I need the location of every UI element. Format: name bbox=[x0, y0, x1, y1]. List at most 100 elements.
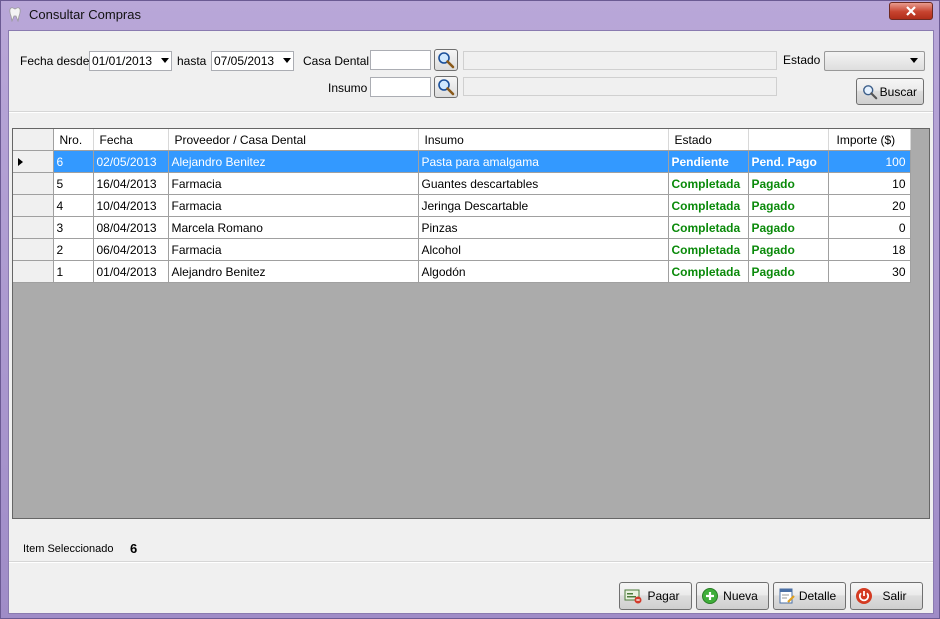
insumo-search-button[interactable] bbox=[434, 76, 458, 98]
table-row[interactable]: 1 01/04/2013 Alejandro Benitez Algodón C… bbox=[13, 260, 911, 283]
close-icon bbox=[906, 6, 916, 16]
insumo-input[interactable] bbox=[370, 77, 431, 97]
table-row[interactable]: 2 06/04/2013 Farmacia Alcohol Completada… bbox=[13, 238, 911, 261]
search-icon bbox=[438, 79, 455, 96]
pagar-button[interactable]: Pagar bbox=[619, 582, 692, 610]
column-header-insumo[interactable]: Insumo bbox=[418, 129, 669, 151]
cell-pago[interactable]: Pagado bbox=[748, 260, 829, 283]
header-row: Nro. Fecha Proveedor / Casa Dental Insum… bbox=[13, 129, 911, 151]
cell-proveedor[interactable]: Alejandro Benitez bbox=[168, 260, 419, 283]
table-row[interactable]: 5 16/04/2013 Farmacia Guantes descartabl… bbox=[13, 172, 911, 195]
cell-fecha[interactable]: 10/04/2013 bbox=[93, 194, 169, 217]
cell-nro[interactable]: 1 bbox=[53, 260, 94, 283]
cell-estado[interactable]: Completada bbox=[668, 260, 749, 283]
search-icon bbox=[861, 83, 879, 101]
casa-dental-display bbox=[463, 51, 777, 70]
cell-insumo[interactable]: Jeringa Descartable bbox=[418, 194, 669, 217]
row-header-corner bbox=[13, 129, 54, 151]
add-icon bbox=[701, 587, 719, 605]
cell-insumo[interactable]: Algodón bbox=[418, 260, 669, 283]
nueva-label: Nueva bbox=[723, 589, 758, 603]
cell-pago[interactable]: Pagado bbox=[748, 172, 829, 195]
row-header[interactable] bbox=[13, 172, 54, 195]
column-header-proveedor[interactable]: Proveedor / Casa Dental bbox=[168, 129, 419, 151]
cell-pago[interactable]: Pend. Pago bbox=[748, 150, 829, 173]
cell-importe[interactable]: 20 bbox=[828, 194, 911, 217]
cell-proveedor[interactable]: Farmacia bbox=[168, 172, 419, 195]
table-row[interactable]: 4 10/04/2013 Farmacia Jeringa Descartabl… bbox=[13, 194, 911, 217]
title-bar[interactable]: Consultar Compras bbox=[1, 1, 939, 29]
cell-fecha[interactable]: 16/04/2013 bbox=[93, 172, 169, 195]
cell-estado[interactable]: Completada bbox=[668, 216, 749, 239]
cell-estado[interactable]: Completada bbox=[668, 238, 749, 261]
cell-importe[interactable]: 18 bbox=[828, 238, 911, 261]
row-header[interactable] bbox=[13, 150, 54, 173]
cell-importe[interactable]: 10 bbox=[828, 172, 911, 195]
insumo-label: Insumo bbox=[328, 81, 368, 95]
casa-dental-search-button[interactable] bbox=[434, 49, 458, 71]
column-header-fecha[interactable]: Fecha bbox=[93, 129, 169, 151]
cell-fecha[interactable]: 01/04/2013 bbox=[93, 260, 169, 283]
nueva-button[interactable]: Nueva bbox=[696, 582, 769, 610]
cell-insumo[interactable]: Alcohol bbox=[418, 238, 669, 261]
cell-proveedor[interactable]: Alejandro Benitez bbox=[168, 150, 419, 173]
salir-button[interactable]: Salir bbox=[850, 582, 923, 610]
row-header[interactable] bbox=[13, 194, 54, 217]
hasta-picker[interactable]: 07/05/2013 bbox=[211, 51, 294, 71]
cell-fecha[interactable]: 08/04/2013 bbox=[93, 216, 169, 239]
cell-fecha[interactable]: 06/04/2013 bbox=[93, 238, 169, 261]
client-area: Fecha desde 01/01/2013 hasta 07/05/2013 … bbox=[8, 30, 934, 614]
cell-importe[interactable]: 30 bbox=[828, 260, 911, 283]
item-seleccionado-value: 6 bbox=[130, 541, 138, 556]
cell-insumo[interactable]: Pinzas bbox=[418, 216, 669, 239]
buscar-button[interactable]: Buscar bbox=[856, 78, 924, 105]
cell-importe[interactable]: 100 bbox=[828, 150, 911, 173]
cell-insumo[interactable]: Guantes descartables bbox=[418, 172, 669, 195]
window: Consultar Compras Fecha desde 01/01/2013… bbox=[0, 0, 940, 619]
cell-proveedor[interactable]: Farmacia bbox=[168, 194, 419, 217]
cell-estado[interactable]: Pendiente bbox=[668, 150, 749, 173]
compras-grid[interactable]: Nro. Fecha Proveedor / Casa Dental Insum… bbox=[12, 128, 930, 519]
chevron-down-icon bbox=[283, 58, 291, 63]
column-header-pago[interactable] bbox=[748, 129, 829, 151]
divider bbox=[9, 111, 933, 113]
column-header-importe[interactable]: Importe ($) bbox=[828, 129, 911, 151]
cell-nro[interactable]: 4 bbox=[53, 194, 94, 217]
compras-table: Nro. Fecha Proveedor / Casa Dental Insum… bbox=[13, 129, 911, 283]
cell-nro[interactable]: 5 bbox=[53, 172, 94, 195]
detalle-button[interactable]: Detalle bbox=[773, 582, 846, 610]
row-header[interactable] bbox=[13, 238, 54, 261]
cell-pago[interactable]: Pagado bbox=[748, 216, 829, 239]
cell-pago[interactable]: Pagado bbox=[748, 238, 829, 261]
insumo-display bbox=[463, 77, 777, 96]
cell-fecha[interactable]: 02/05/2013 bbox=[93, 150, 169, 173]
row-header[interactable] bbox=[13, 260, 54, 283]
column-header-nro[interactable]: Nro. bbox=[53, 129, 94, 151]
table-row[interactable]: 3 08/04/2013 Marcela Romano Pinzas Compl… bbox=[13, 216, 911, 239]
pagar-label: Pagar bbox=[647, 589, 680, 603]
table-row[interactable]: 6 02/05/2013 Alejandro Benitez Pasta par… bbox=[13, 150, 911, 173]
fecha-desde-picker[interactable]: 01/01/2013 bbox=[89, 51, 172, 71]
close-button[interactable] bbox=[889, 2, 933, 20]
casa-dental-input[interactable] bbox=[370, 50, 431, 70]
cell-pago[interactable]: Pagado bbox=[748, 194, 829, 217]
cell-proveedor[interactable]: Farmacia bbox=[168, 238, 419, 261]
cell-proveedor[interactable]: Marcela Romano bbox=[168, 216, 419, 239]
fecha-desde-value: 01/01/2013 bbox=[92, 54, 153, 68]
cell-importe[interactable]: 0 bbox=[828, 216, 911, 239]
cell-insumo[interactable]: Pasta para amalgama bbox=[418, 150, 669, 173]
cell-estado[interactable]: Completada bbox=[668, 172, 749, 195]
chevron-down-icon bbox=[910, 58, 918, 63]
cell-nro[interactable]: 6 bbox=[53, 150, 94, 173]
cell-nro[interactable]: 2 bbox=[53, 238, 94, 261]
window-title: Consultar Compras bbox=[29, 7, 141, 22]
cell-nro[interactable]: 3 bbox=[53, 216, 94, 239]
buscar-label: Buscar bbox=[879, 84, 917, 99]
estado-select[interactable] bbox=[824, 51, 925, 71]
item-seleccionado-label: Item Seleccionado bbox=[23, 543, 114, 555]
column-header-estado[interactable]: Estado bbox=[668, 129, 749, 151]
payment-icon bbox=[624, 587, 642, 605]
detalle-label: Detalle bbox=[798, 589, 837, 603]
cell-estado[interactable]: Completada bbox=[668, 194, 749, 217]
row-header[interactable] bbox=[13, 216, 54, 239]
